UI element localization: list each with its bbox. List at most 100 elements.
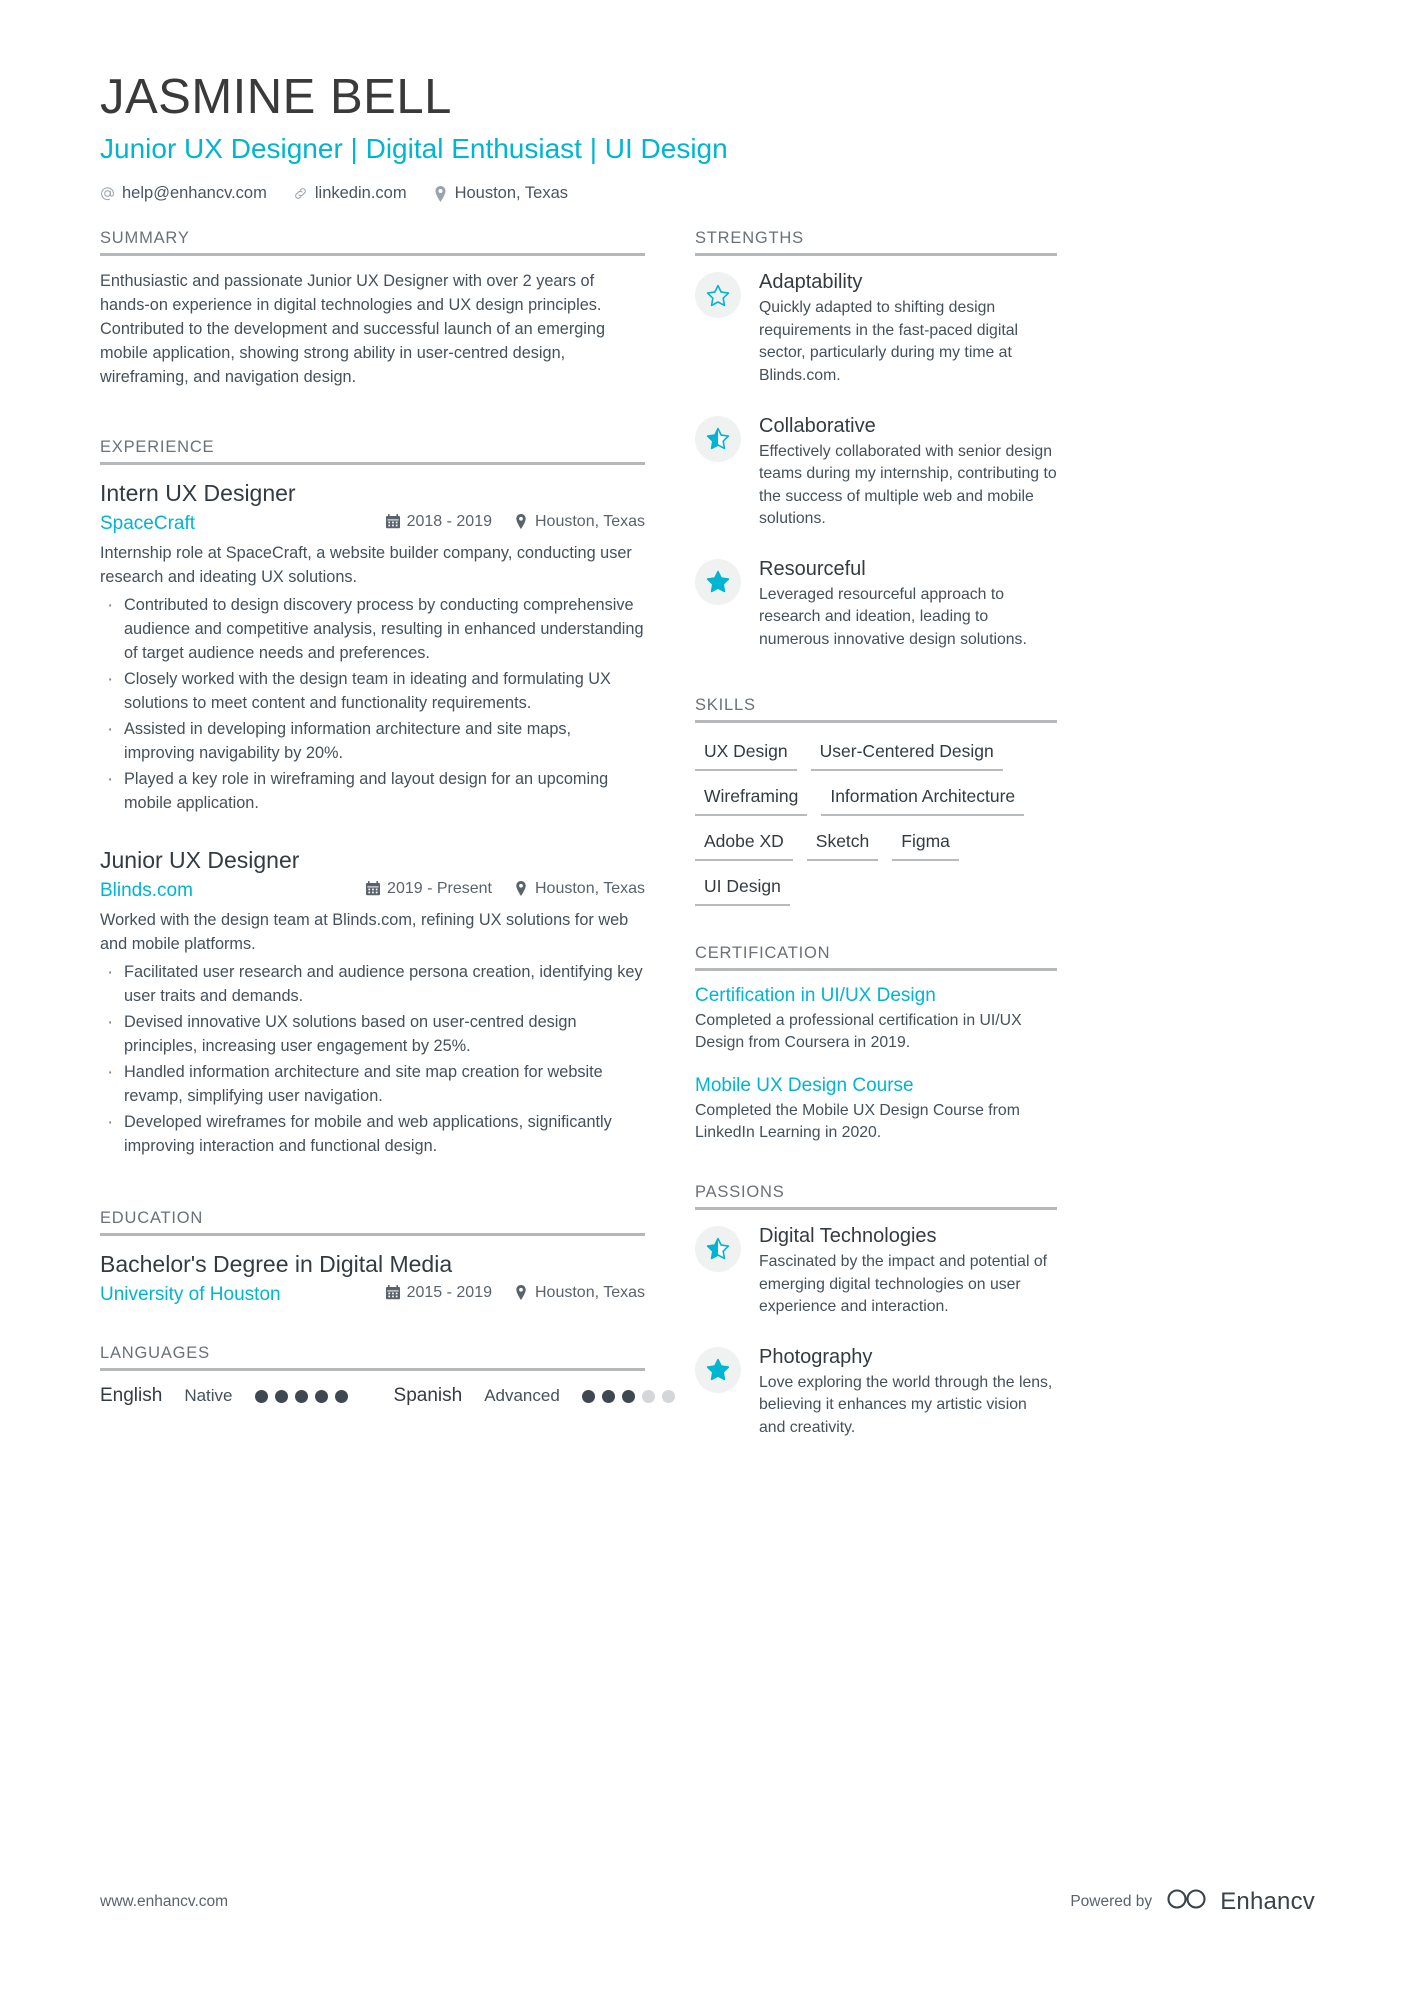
education-meta: University of Houston 2015 - 2019 Housto… [100,1284,645,1307]
contact-location-text: Houston, Texas [454,184,569,203]
list-item: Closely worked with the design team in i… [100,666,645,716]
strength-description: Effectively collaborated with senior des… [759,442,1057,528]
contact-linkedin-text: linkedin.com [314,184,407,203]
calendar-icon [385,1285,400,1300]
section-certification: CERTIFICATION Certification in UI/UX Des… [695,944,1057,1145]
star-half-icon [695,1225,741,1272]
resume-header: JASMINE BELL Junior UX Designer | Digita… [0,0,1410,203]
section-rule [100,253,645,257]
list-item: Devised innovative UX solutions based on… [100,1009,645,1059]
rating-dot-empty [641,1389,655,1403]
candidate-headline: Junior UX Designer | Digital Enthusiast … [100,132,728,164]
list-item: Assisted in developing information archi… [100,716,645,766]
experience-company[interactable]: Blinds.com [100,880,193,902]
experience-meta: Blinds.com 2019 - Present Houston, Texas [100,880,645,903]
certification-item: Certification in UI/UX Design Completed … [695,985,1057,1055]
strength-description: Quickly adapted to shifting design requi… [759,299,1019,384]
resume-page: JASMINE BELL Junior UX Designer | Digita… [0,0,1410,1995]
certification-description: Completed the Mobile UX Design Course fr… [695,1101,1020,1142]
experience-meta-right: 2018 - 2019 Houston, Texas [385,513,645,531]
experience-entry: Intern UX Designer SpaceCraft 2018 - 201… [100,479,645,816]
language-name: English [100,1385,163,1407]
resume-footer: www.enhancv.com Powered by Enhancv [100,1886,1315,1917]
section-skills: SKILLS UX Design User-Centered Design Wi… [695,696,1057,906]
rating-dot [254,1389,268,1403]
education-location-text: Houston, Texas [535,1283,645,1301]
language-list: English Native Spanish Advanced [100,1385,675,1407]
strength-body: Adaptability Quickly adapted to shifting… [759,270,1057,387]
brand-name: Enhancv [1220,1887,1315,1915]
section-title-passions: PASSIONS [695,1182,785,1201]
certification-name[interactable]: Certification in UI/UX Design [695,985,1057,1007]
strength-item: Resourceful Leveraged resourceful approa… [695,557,1057,652]
language-level: Native [184,1386,233,1406]
certification-item: Mobile UX Design Course Completed the Mo… [695,1075,1057,1145]
section-title-education: EDUCATION [100,1208,204,1227]
experience-meta-right: 2019 - Present Houston, Texas [366,880,645,898]
resume-body: SUMMARY Enthusiastic and passionate Juni… [0,229,1410,1465]
section-rule [695,1206,1057,1210]
strength-description: Leveraged resourceful approach to resear… [759,585,1027,649]
section-title-certification: CERTIFICATION [695,943,831,962]
footer-url[interactable]: www.enhancv.com [100,1893,228,1911]
education-entry: Bachelor's Degree in Digital Media Unive… [100,1250,645,1306]
list-item: Developed wireframes for mobile and web … [100,1109,645,1159]
contact-linkedin[interactable]: linkedin.com [293,184,407,203]
passion-description: Fascinated by the impact and potential o… [759,1252,1048,1316]
experience-location-text: Houston, Texas [535,879,645,897]
experience-role: Intern UX Designer [100,480,296,507]
skill-tag-list: UX Design User-Centered Design Wireframi… [695,737,1057,906]
education-dates-text: 2015 - 2019 [406,1283,492,1301]
skill-tag: User-Centered Design [810,737,1003,771]
star-filled-icon [695,1346,741,1393]
passion-body: Photography Love exploring the world thr… [759,1345,1057,1440]
at-icon [100,186,115,201]
certification-name[interactable]: Mobile UX Design Course [695,1075,1057,1097]
location-pin-icon [514,1285,528,1301]
language-rating-dots [581,1389,675,1403]
experience-dates-text: 2019 - Present [387,879,492,897]
list-item: Contributed to design discovery process … [100,592,645,666]
experience-company[interactable]: SpaceCraft [100,513,195,535]
passion-item: Digital Technologies Fascinated by the i… [695,1224,1057,1319]
section-rule [695,967,1057,971]
enhancv-logo-icon [1166,1886,1210,1917]
brand-logo: Enhancv [1166,1886,1315,1917]
education-school[interactable]: University of Houston [100,1284,281,1306]
strength-item: Collaborative Effectively collaborated w… [695,414,1057,531]
contact-email-text: help@enhancv.com [122,184,267,203]
experience-dates: 2019 - Present [366,880,492,898]
section-title-skills: SKILLS [695,695,756,714]
passion-body: Digital Technologies Fascinated by the i… [759,1224,1057,1319]
section-experience: EXPERIENCE Intern UX Designer SpaceCraft [100,438,645,1159]
rating-dot [601,1389,615,1403]
strength-item: Adaptability Quickly adapted to shifting… [695,270,1057,387]
link-icon [293,186,308,201]
candidate-name: JASMINE BELL [100,70,452,124]
section-summary: SUMMARY Enthusiastic and passionate Juni… [100,229,645,390]
skill-tag: Adobe XD [695,827,793,861]
contact-email[interactable]: help@enhancv.com [100,184,267,203]
powered-by-block: Powered by Enhancv [1070,1886,1315,1917]
section-rule [695,253,1057,257]
experience-description: Worked with the design team at Blinds.co… [100,911,629,954]
experience-location: Houston, Texas [514,880,645,898]
rating-dot-empty [661,1389,675,1403]
skill-tag: Information Architecture [821,782,1025,816]
education-meta-right: 2015 - 2019 Houston, Texas [385,1283,645,1302]
list-item: Handled information architecture and sit… [100,1059,645,1109]
language-name: Spanish [393,1385,463,1407]
rating-dot [274,1389,288,1403]
education-dates: 2015 - 2019 [385,1283,492,1302]
passion-description: Love exploring the world through the len… [759,1373,1053,1436]
experience-role: Junior UX Designer [100,846,300,873]
education-location: Houston, Texas [514,1284,645,1302]
section-languages: LANGUAGES English Native Spanish Advance… [100,1344,675,1407]
section-rule [100,1368,645,1372]
experience-dates: 2018 - 2019 [385,513,492,531]
summary-text: Enthusiastic and passionate Junior UX De… [100,272,606,387]
